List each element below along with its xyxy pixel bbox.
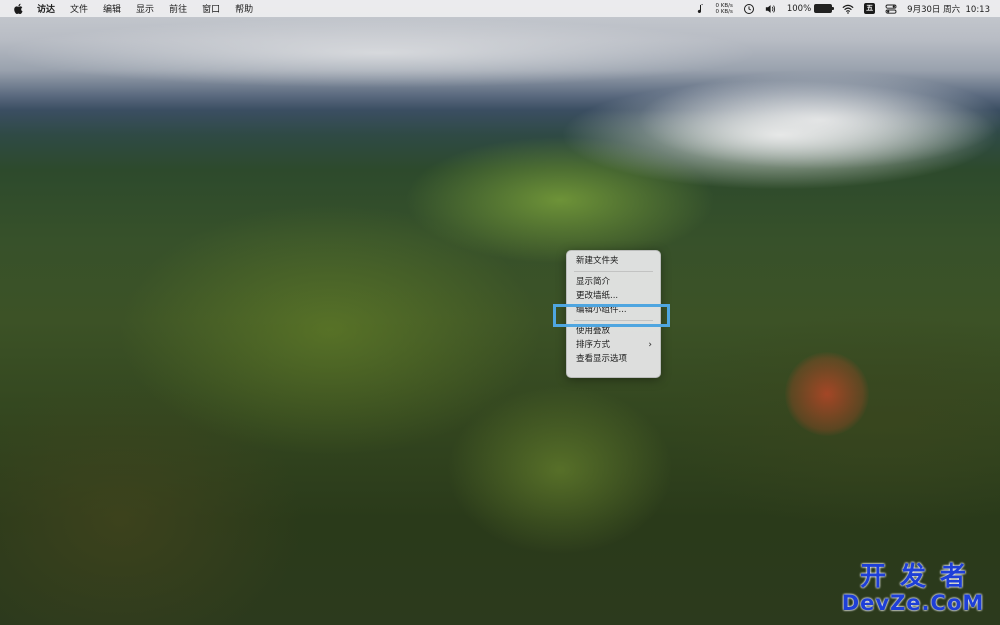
sort-by-label: 排序方式 [576, 340, 611, 350]
battery-icon [814, 4, 835, 13]
lens-flare [785, 352, 869, 436]
battery-percent: 100% [786, 3, 812, 14]
volume-icon[interactable] [765, 3, 777, 15]
chevron-right-icon: › [648, 340, 652, 350]
wifi-icon[interactable] [842, 3, 854, 15]
menu-clock[interactable]: 9月30日 周六 10:13 [907, 3, 990, 15]
menu-view[interactable]: 显示 [136, 2, 154, 15]
input-method-icon[interactable]: 五 [864, 3, 876, 14]
menu-edit[interactable]: 编辑 [103, 2, 121, 15]
watermark-line1: 开发者 [859, 562, 980, 592]
context-item-sort-by[interactable]: 排序方式 › [567, 338, 660, 352]
control-center-icon[interactable] [885, 3, 897, 15]
network-speed[interactable]: 0 KB/s 0 KB/s [716, 3, 733, 15]
time-machine-icon[interactable] [743, 3, 755, 15]
menu-help[interactable]: 帮助 [235, 2, 253, 15]
context-item-get-info[interactable]: 显示简介 [567, 275, 660, 289]
music-note-icon[interactable] [694, 3, 706, 15]
annotation-highlight-box [553, 304, 670, 327]
menu-window[interactable]: 窗口 [202, 2, 220, 15]
apple-icon[interactable] [13, 3, 25, 15]
battery-status[interactable]: 100% [786, 3, 835, 14]
context-item-change-wallpaper[interactable]: 更改墙纸... [567, 289, 660, 303]
context-item-new-folder[interactable]: 新建文件夹 [567, 254, 660, 268]
site-watermark: 开发者 DevZe.CoM [838, 563, 988, 615]
watermark-line2: DevZe.CoM [841, 591, 985, 615]
menu-app-finder[interactable]: 访达 [37, 2, 55, 15]
desktop-wallpaper[interactable] [0, 0, 1000, 625]
cloud-shape [560, 80, 1000, 190]
menu-file[interactable]: 文件 [70, 2, 88, 15]
menu-separator [574, 271, 653, 272]
cloud-shape [0, 18, 760, 88]
menu-bar: 访达 文件 编辑 显示 前往 窗口 帮助 0 KB/s 0 KB/s 100% [0, 0, 1000, 17]
net-download: 0 KB/s [715, 8, 733, 15]
context-item-show-view-options[interactable]: 查看显示选项 [567, 352, 660, 366]
menu-go[interactable]: 前往 [169, 2, 187, 15]
